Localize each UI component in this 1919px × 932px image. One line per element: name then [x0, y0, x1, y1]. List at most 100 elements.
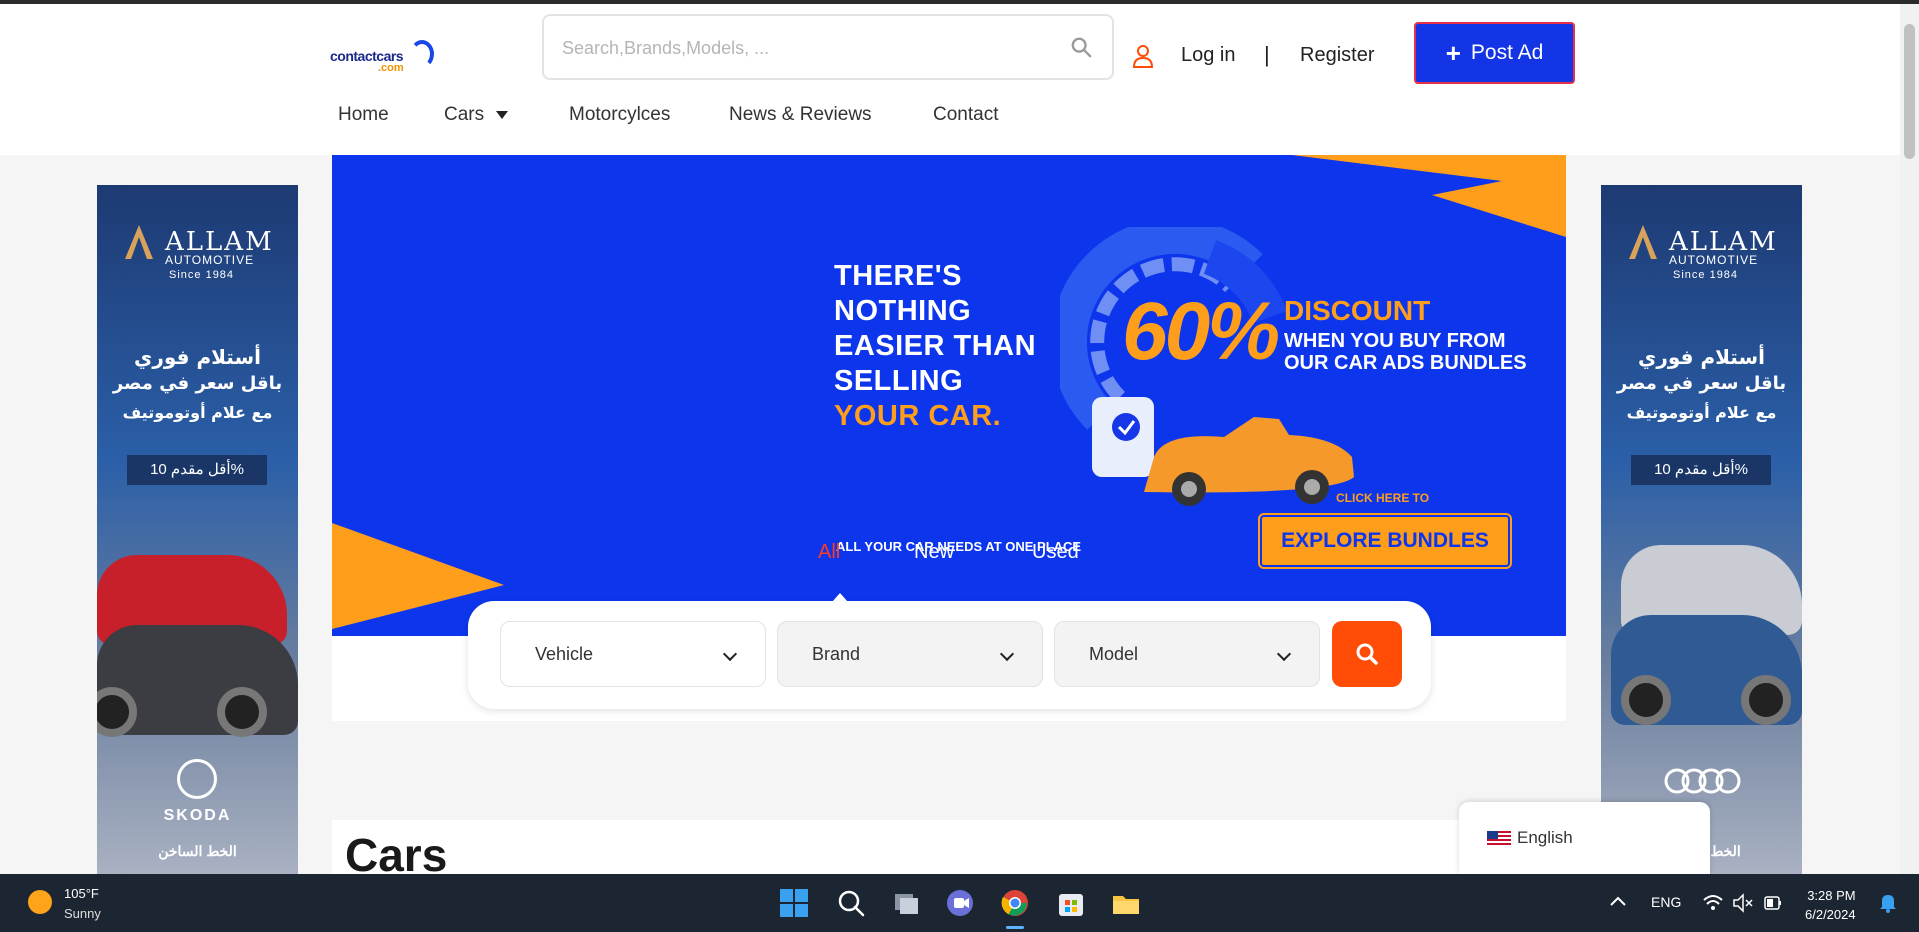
caret-down-icon	[496, 110, 509, 119]
us-flag-icon	[1487, 830, 1511, 846]
user-icon[interactable]	[1132, 44, 1154, 68]
banner-since: Since 1984	[169, 269, 235, 281]
banner-line3: مع علام أوتوموتيف	[122, 403, 273, 422]
hero-headline-line4: SELLING	[834, 365, 964, 397]
car-wheel	[217, 687, 267, 737]
windows-taskbar: 105°F Sunny ENG 3:28 PM 6/2/2024	[0, 874, 1919, 932]
discount-percent: 60%	[1122, 286, 1280, 377]
left-ad-banner[interactable]: ALLAM AUTOMOTIVE Since 1984 أستلام فوري …	[97, 185, 298, 874]
tab-used[interactable]: Used	[1032, 541, 1079, 564]
banner-car-brand: SKODA	[163, 807, 232, 824]
clock-time: 3:28 PM	[1807, 888, 1856, 903]
nav-home[interactable]: Home	[338, 104, 389, 126]
banner-line3: مع علام أوتوموتيف	[1626, 403, 1777, 422]
discount-subtext-line2: OUR CAR ADS BUNDLES	[1284, 352, 1527, 374]
car-wheel	[1621, 675, 1671, 725]
search-icon	[1356, 643, 1378, 665]
tab-new[interactable]: New	[914, 541, 954, 564]
page-scrollbar[interactable]	[1900, 4, 1919, 874]
car-search-button[interactable]	[1332, 621, 1402, 687]
post-ad-label: Post Ad	[1470, 41, 1544, 64]
click-here-label: CLICK HERE TO	[1336, 491, 1430, 505]
store-icon[interactable]	[1056, 888, 1086, 918]
language-switcher[interactable]: English	[1459, 802, 1710, 874]
site-header: contactcars .com Log in | Register + Pos…	[0, 4, 1900, 155]
banner-sub: AUTOMOTIVE	[165, 253, 255, 267]
banner-line1: أستلام فوري	[134, 345, 261, 369]
system-clock[interactable]: 3:28 PM 6/2/2024	[1805, 886, 1856, 924]
notification-bell-icon[interactable]	[1878, 892, 1898, 914]
banner-line2: باقل سعر في مصر	[1616, 373, 1787, 394]
chrome-icon[interactable]	[1000, 888, 1030, 918]
chevron-up-icon[interactable]	[1606, 890, 1630, 914]
car-wheel	[1741, 675, 1791, 725]
header-separator: |	[1264, 42, 1270, 67]
explore-bundles-button[interactable]: EXPLORE BUNDLES	[1260, 515, 1510, 567]
hero-headline-line5: YOUR CAR.	[834, 400, 1002, 432]
nav-cars[interactable]: Cars	[444, 104, 509, 126]
post-ad-button[interactable]: + Post Ad	[1414, 22, 1575, 84]
search-input[interactable]	[562, 34, 1042, 62]
search-icon[interactable]	[1070, 36, 1092, 58]
banner-badge: أقل مقدم 10%	[127, 455, 267, 485]
nav-cars-label: Cars	[444, 104, 485, 125]
chevron-down-icon	[1276, 646, 1292, 662]
register-link[interactable]: Register	[1300, 44, 1374, 67]
hero-banner[interactable]: THERE'S NOTHING EASIER THAN SELLING YOUR…	[332, 155, 1566, 636]
volume-muted-icon[interactable]	[1732, 892, 1754, 914]
chevron-down-icon	[722, 646, 738, 662]
task-view-icon[interactable]	[891, 888, 921, 918]
cars-section	[332, 820, 1566, 880]
keyboard-language[interactable]: ENG	[1651, 894, 1681, 910]
car-search-panel: Vehicle Brand Model	[468, 601, 1431, 709]
hero-headline-line1: THERE'S	[834, 260, 963, 292]
hero-headline: THERE'S NOTHING EASIER THAN SELLING YOUR…	[834, 259, 1036, 434]
login-link[interactable]: Log in	[1181, 44, 1236, 67]
brand-select-label: Brand	[812, 643, 861, 664]
banner-badge: أقل مقدم 10%	[1631, 455, 1771, 485]
weather-condition[interactable]: Sunny	[64, 906, 101, 921]
brand-select[interactable]: Brand	[777, 621, 1043, 687]
banner-since: Since 1984	[1673, 269, 1739, 281]
banner-line1: أستلام فوري	[1638, 345, 1765, 369]
logo-arc-icon	[410, 40, 434, 68]
language-label: English	[1517, 828, 1573, 847]
allam-logo-icon	[125, 225, 153, 259]
file-explorer-icon[interactable]	[1111, 888, 1141, 918]
allam-logo-icon	[1629, 225, 1657, 259]
clock-date: 6/2/2024	[1805, 907, 1856, 922]
skoda-emblem-icon	[177, 759, 217, 799]
search-icon[interactable]	[836, 888, 866, 918]
hero-headline-line3: EASIER THAN	[834, 330, 1037, 362]
header-search-box	[542, 14, 1114, 80]
active-app-indicator	[1006, 926, 1024, 929]
discount-subtext-line1: WHEN YOU BUY FROM	[1284, 330, 1506, 352]
weather-temp[interactable]: 105°F	[64, 886, 99, 901]
audi-rings-icon	[1664, 768, 1741, 794]
vehicle-select-label: Vehicle	[535, 643, 594, 664]
nav-news-reviews[interactable]: News & Reviews	[729, 104, 872, 126]
chat-icon[interactable]	[945, 888, 975, 918]
banner-line2: باقل سعر في مصر	[112, 373, 283, 394]
battery-icon[interactable]	[1762, 892, 1784, 914]
discount-subtext: WHEN YOU BUY FROM OUR CAR ADS BUNDLES	[1284, 330, 1527, 374]
hero-headline-line2: NOTHING	[834, 295, 972, 327]
sun-icon[interactable]	[28, 890, 52, 914]
discount-label: DISCOUNT	[1284, 295, 1431, 326]
model-select-label: Model	[1089, 643, 1139, 664]
site-logo[interactable]: contactcars .com	[330, 38, 434, 78]
vehicle-select[interactable]: Vehicle	[500, 621, 766, 687]
logo-domain: .com	[378, 62, 404, 74]
chevron-down-icon	[999, 646, 1015, 662]
scrollbar-thumb[interactable]	[1904, 24, 1915, 159]
model-select[interactable]: Model	[1054, 621, 1320, 687]
tab-all[interactable]: All	[818, 541, 840, 564]
right-ad-banner[interactable]: ALLAM AUTOMOTIVE Since 1984 أستلام فوري …	[1601, 185, 1802, 874]
nav-contact[interactable]: Contact	[933, 104, 998, 126]
wifi-icon[interactable]	[1702, 892, 1724, 914]
windows-start-icon[interactable]	[779, 888, 809, 918]
nav-motorcycles[interactable]: Motorcylces	[569, 104, 670, 126]
banner-sub: AUTOMOTIVE	[1669, 253, 1759, 267]
plus-icon: +	[1445, 38, 1461, 68]
banner-hotline: الخط الساخن	[158, 843, 237, 859]
